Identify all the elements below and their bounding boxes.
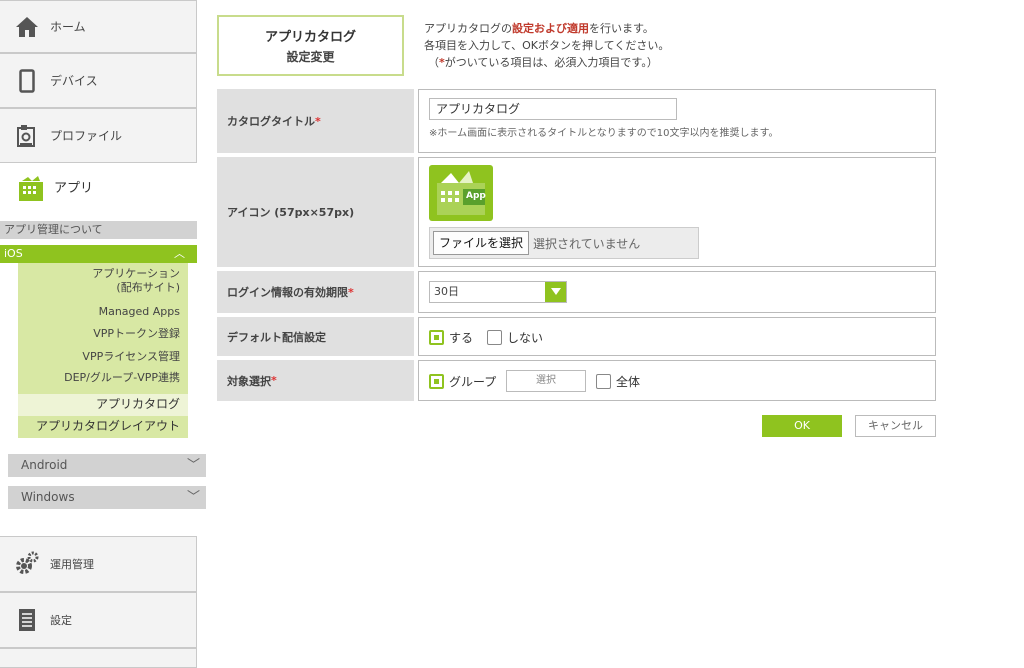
intro-paren: （ [428,56,439,69]
home-icon [12,12,42,42]
windows-label: Windows [21,490,75,504]
android-section-header[interactable]: Android ﹀ [8,454,206,477]
row-cell: App ファイルを選択 選択されていません [418,157,936,267]
page-title: アプリカタログ [264,30,356,45]
device-icon [12,66,42,96]
nav-operations-label: 運用管理 [50,558,94,571]
submenu-item-app-catalog-layout[interactable]: アプリカタログレイアウト [36,419,180,433]
nav-profile[interactable]: プロファイル [0,108,197,163]
nav-device[interactable]: デバイス [0,53,197,108]
target-all-option[interactable]: 全体 [596,373,640,390]
row-catalog-title: カタログタイトル * アプリカタログ ※ホーム画面に表示されるタイトルとなりますの… [217,89,936,153]
ios-submenu: アプリケーション (配布サイト) Managed Apps VPPトークン登録 … [18,263,188,438]
required-star: * [271,374,277,387]
default-delivery-on-option[interactable]: する [429,329,473,346]
android-label: Android [21,458,68,472]
intro-line-1: アプリカタログの設定および適用を行います。 [424,20,669,37]
row-cell: グループ 選択 全体 [418,360,936,401]
file-status: 選択されていません [533,236,641,251]
intro-line-2: 各項目を入力して、OKボタンを押してください。 [424,39,670,52]
row-cell: する しない [418,317,936,356]
option-label: グループ [449,375,497,389]
row-icon: アイコン (57px×57px) App ファイルを選択 選択されていません [217,157,936,267]
radio-checked-icon [429,330,444,345]
submenu-item-vpp-license[interactable]: VPPライセンス管理 [82,350,180,364]
intro-emphasis: 設定および適用 [512,22,589,35]
nav-operations[interactable]: 運用管理 [0,536,197,592]
login-expiry-label: ログイン情報の有効期限 [227,286,348,299]
ios-section-header[interactable]: iOS ︿ [0,245,197,263]
dropdown-arrow-icon [545,282,566,302]
default-delivery-off-option[interactable]: しない [487,329,543,346]
row-label: ログイン情報の有効期限 * [217,271,414,313]
option-label: 全体 [616,375,641,389]
nav-home[interactable]: ホーム [0,0,197,53]
app-icon [16,175,46,205]
profile-icon [12,121,42,151]
submenu-item-applications[interactable]: アプリケーション (配布サイト) [92,267,180,295]
option-label: しない [507,331,544,345]
gear-icon [12,549,42,579]
default-delivery-label: デフォルト配信設定 [227,330,326,344]
nav-device-label: デバイス [50,74,98,88]
about-app-management[interactable]: アプリ管理について [0,221,197,239]
windows-section-header[interactable]: Windows ﹀ [8,486,206,509]
nav-settings-label: 設定 [50,614,72,627]
row-label: デフォルト配信設定 [217,317,414,356]
submenu-item-dep-vpp[interactable]: DEP/グループ-VPP連携 [64,371,180,385]
cancel-button[interactable]: キャンセル [855,415,936,437]
radio-unchecked-icon [596,374,611,389]
radio-unchecked-icon [487,330,502,345]
catalog-title-input[interactable]: アプリカタログ [429,98,677,120]
app-icon-preview-text: App [466,191,486,201]
row-default-delivery: デフォルト配信設定 する しない [217,317,936,356]
row-cell: 30日 [418,271,936,313]
nav-profile-label: プロファイル [50,129,123,143]
required-star: * [315,114,321,128]
intro-text-a: アプリカタログの [424,22,512,35]
intro-text-c: がついている項目は、必須入力項目です。） [444,56,658,69]
submenu-item-managed-apps[interactable]: Managed Apps [99,305,180,319]
sidebar: ホーム デバイス プロファイル アプリ アプリ管理について iOS ︿ アプリケ… [0,0,207,668]
nav-app-label: アプリ [54,181,94,196]
app-icon-preview: App [429,165,493,221]
intro-line-3: （*がついている項目は、必須入力項目です。） [424,54,669,71]
login-expiry-value: 30日 [434,285,459,298]
required-star: * [348,285,354,299]
choose-file-button[interactable]: ファイルを選択 [433,231,530,255]
nav-settings[interactable]: 設定 [0,592,197,648]
submenu-item-vpp-token[interactable]: VPPトークン登録 [93,327,180,341]
ok-button[interactable]: OK [762,415,842,437]
radio-checked-icon [429,374,444,389]
settings-doc-icon [12,605,42,635]
catalog-title-note: ※ホーム画面に表示されるタイトルとなりますので10文字以内を推奨します。 [429,128,779,139]
option-label: する [449,331,474,345]
row-label: 対象選択 * [217,360,414,401]
target-label: 対象選択 [227,374,271,388]
target-group-option[interactable]: グループ [429,373,496,390]
row-target: 対象選択 * グループ 選択 全体 [217,360,936,401]
ios-label: iOS [4,247,23,260]
row-label: カタログタイトル * [217,89,414,153]
group-select-button[interactable]: 選択 [506,370,586,392]
row-login-expiry: ログイン情報の有効期限 * 30日 [217,271,936,313]
icon-label: アイコン (57px×57px) [227,206,355,219]
submenu-item-app-catalog[interactable]: アプリカタログ [96,397,180,411]
chevron-up-icon: ︿ [174,247,185,260]
nav-more[interactable] [0,648,197,668]
intro-text: アプリカタログの設定および適用を行います。 各項目を入力して、OKボタンを押して… [424,20,669,71]
chevron-down-icon: ﹀ [186,490,200,505]
catalog-title-label: カタログタイトル [227,115,315,128]
intro-text-b: を行います。 [589,22,654,35]
nav-home-label: ホーム [50,20,86,34]
row-label: アイコン (57px×57px) [217,157,414,267]
row-cell: アプリカタログ ※ホーム画面に表示されるタイトルとなりますので10文字以内を推奨… [418,89,936,153]
nav-app[interactable]: アプリ [0,163,197,219]
chevron-down-icon: ﹀ [186,458,200,473]
page-title-box: アプリカタログ 設定変更 [217,15,404,76]
file-picker: ファイルを選択 選択されていません [429,227,699,259]
login-expiry-select[interactable]: 30日 [429,281,567,303]
page-subtitle: 設定変更 [286,50,335,64]
